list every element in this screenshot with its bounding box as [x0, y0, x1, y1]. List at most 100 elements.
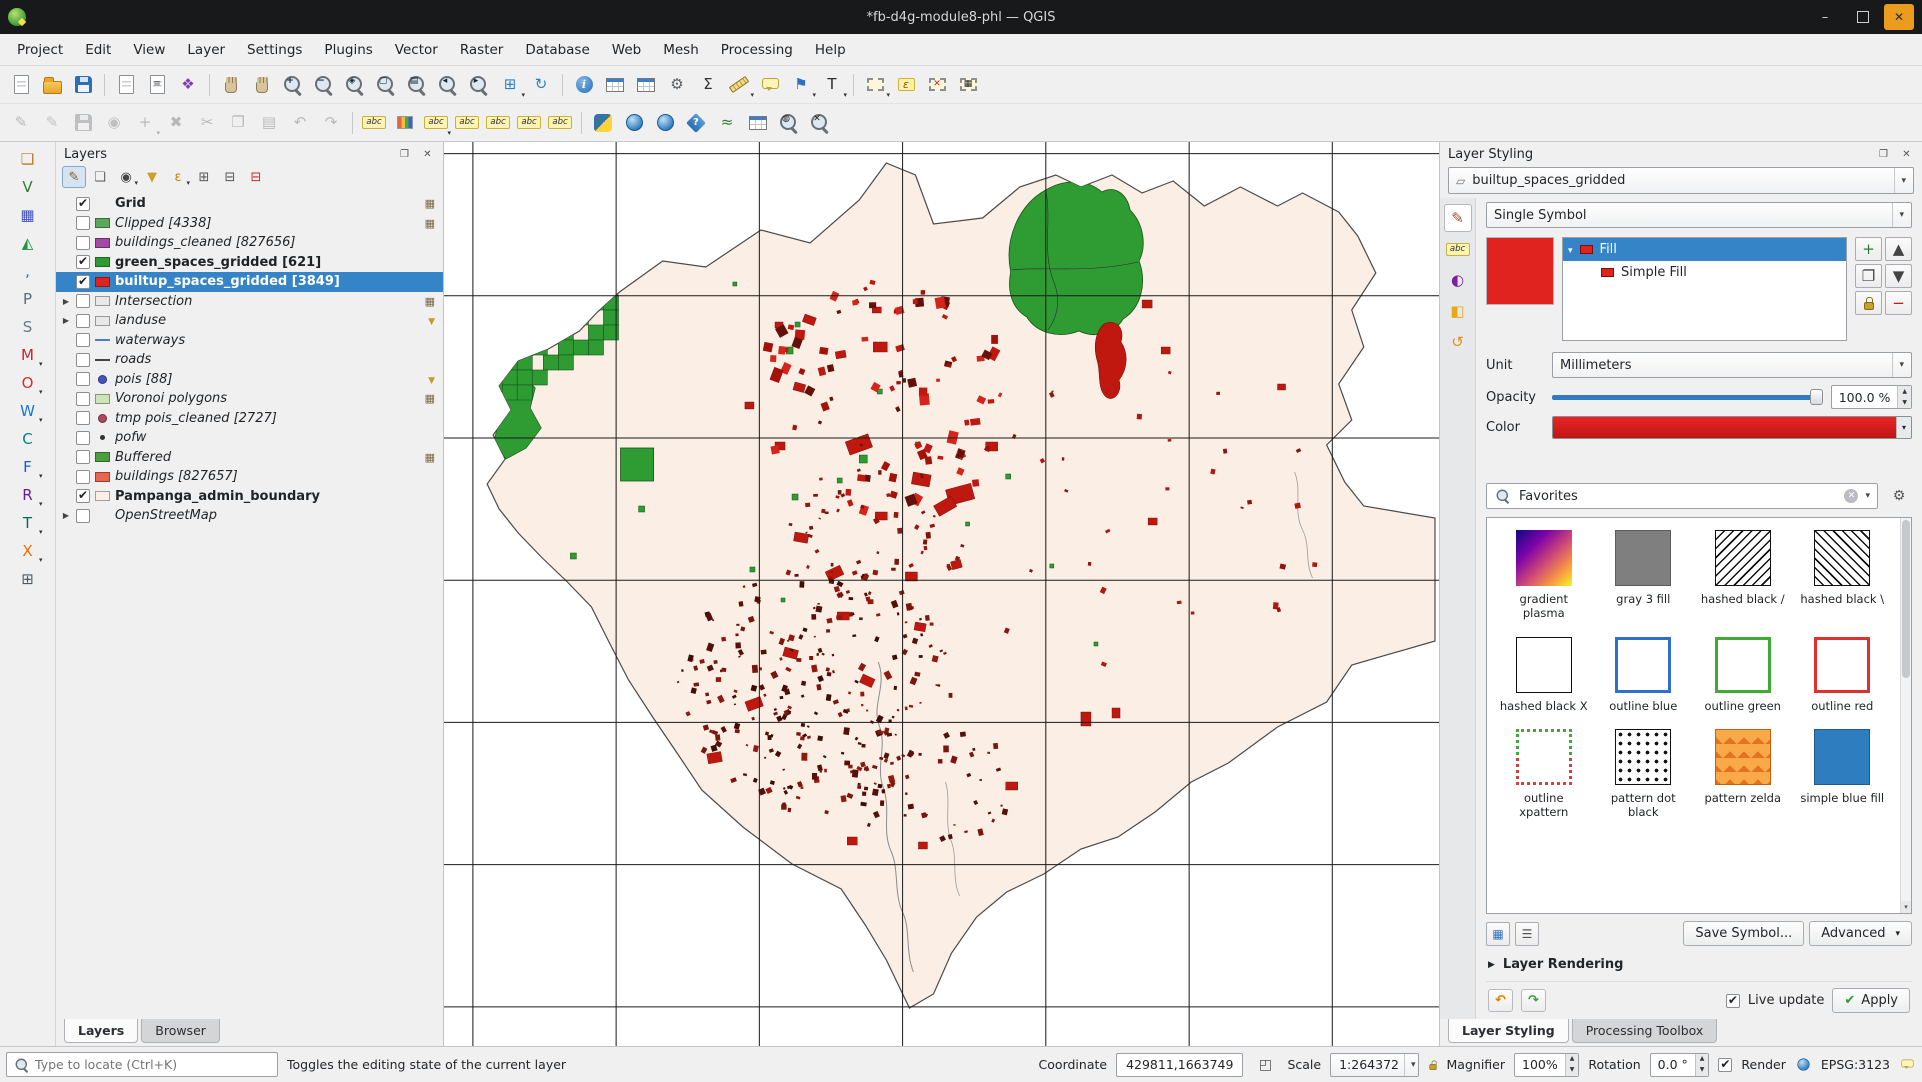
opacity-spinbox[interactable]: 100.0 % ▲ ▼: [1830, 385, 1912, 409]
python-console-icon[interactable]: [588, 108, 618, 138]
crs-icon[interactable]: [1797, 1058, 1810, 1071]
minimize-button[interactable]: [1808, 4, 1842, 30]
menu-raster[interactable]: Raster: [449, 36, 515, 64]
menu-vector[interactable]: Vector: [384, 36, 449, 64]
spin-arrows[interactable]: ▲ ▼: [1564, 1053, 1579, 1076]
remove-layer-icon[interactable]: ⊟: [244, 166, 268, 188]
symbol-hashed-black-fwd[interactable]: hashed black /: [1696, 530, 1790, 621]
new-spatial-bookmark-icon[interactable]: ⚑: [786, 70, 816, 100]
select-features-icon[interactable]: [860, 70, 890, 100]
zoom-full-extent-icon[interactable]: ◈: [340, 70, 370, 100]
style-manager-settings-icon[interactable]: ⚙: [1886, 483, 1912, 509]
scrollbar-down-arrow[interactable]: [1901, 901, 1911, 913]
add-feature-icon[interactable]: ◉: [99, 108, 129, 138]
new-print-layout-icon[interactable]: [111, 70, 141, 100]
new-map-view-icon[interactable]: ⊞: [495, 70, 525, 100]
zoom-to-selection-icon[interactable]: ▢: [371, 70, 401, 100]
layer-visibility-checkbox[interactable]: [76, 430, 90, 445]
advanced-button[interactable]: Advanced: [1809, 921, 1912, 946]
select-all-features-icon[interactable]: ▦: [953, 70, 983, 100]
measure-icon[interactable]: [724, 70, 754, 100]
lock-symbol-color-button[interactable]: [1855, 291, 1882, 315]
text-annotation-icon[interactable]: T: [817, 70, 847, 100]
add-postgis-layer-icon[interactable]: P: [13, 286, 43, 313]
open-layer-styling-dock-icon[interactable]: ✎: [62, 166, 86, 188]
add-vector-tile-layer-icon[interactable]: T: [13, 510, 43, 537]
add-xyz-layer-icon[interactable]: X: [13, 538, 43, 565]
layer-row-pois[interactable]: pois [88]: [56, 370, 443, 390]
undo-style-button[interactable]: [1488, 989, 1513, 1012]
add-virtual-layer-icon[interactable]: ⊞: [13, 566, 43, 593]
help-contents-icon[interactable]: ?: [681, 108, 711, 138]
layer-visibility-checkbox[interactable]: [76, 488, 90, 504]
expander-icon[interactable]: [61, 316, 71, 325]
live-update-checkbox[interactable]: [1725, 993, 1740, 1008]
rotation-spinbox[interactable]: 0.0 ° ▲ ▼: [1649, 1052, 1710, 1077]
unit-select[interactable]: Millimeters: [1552, 352, 1912, 378]
add-wcs-layer-icon[interactable]: C: [13, 426, 43, 453]
open-attribute-table-icon[interactable]: [600, 70, 630, 100]
filter-legend-icon[interactable]: ▼: [140, 166, 164, 188]
layer-visibility-checkbox[interactable]: [76, 391, 90, 406]
metasearch-icon[interactable]: ◍: [774, 108, 804, 138]
change-label-properties-icon[interactable]: abc: [545, 108, 575, 138]
layer-visibility-checkbox[interactable]: [76, 450, 90, 465]
new-project-icon[interactable]: [6, 70, 36, 100]
maximize-button[interactable]: [1846, 4, 1880, 30]
manage-map-themes-icon[interactable]: ◉: [114, 166, 138, 188]
menu-layer[interactable]: Layer: [176, 36, 236, 64]
vertex-tool-icon[interactable]: +: [130, 108, 160, 138]
add-vector-layer-icon[interactable]: V: [13, 174, 43, 201]
menu-plugins[interactable]: Plugins: [313, 36, 383, 64]
expander-icon[interactable]: [61, 511, 71, 520]
magnifier-spinbox[interactable]: 100% ▲ ▼: [1514, 1052, 1580, 1077]
layer-visibility-checkbox[interactable]: [76, 313, 90, 328]
search-plugin-icon[interactable]: ✕: [805, 108, 835, 138]
layer-row-buildings[interactable]: buildings [827657]: [56, 467, 443, 487]
symbol-tree-root-row[interactable]: Fill: [1563, 238, 1846, 261]
redo-style-button[interactable]: [1521, 989, 1546, 1012]
paste-features-icon[interactable]: ▤: [254, 108, 284, 138]
processing-toolbox-icon[interactable]: ⚙: [662, 70, 692, 100]
toggle-extents-icon[interactable]: ◰: [1252, 1052, 1278, 1078]
highlight-pinned-labels-icon[interactable]: abc: [452, 108, 482, 138]
symbology-tab-icon[interactable]: ✎: [1443, 204, 1472, 232]
layer-row-intersection[interactable]: Intersection: [56, 292, 443, 312]
pan-map-icon[interactable]: [216, 70, 246, 100]
symbol-outline-green[interactable]: outline green: [1696, 636, 1790, 714]
add-mesh-layer-icon[interactable]: ◭: [13, 230, 43, 257]
symbols-scrollbar[interactable]: [1900, 518, 1911, 913]
menu-help[interactable]: Help: [804, 36, 857, 64]
masks-tab-icon[interactable]: ◐: [1444, 266, 1472, 294]
identify-features-icon[interactable]: i: [569, 70, 599, 100]
layer-row-pofw[interactable]: pofw: [56, 428, 443, 448]
symbol-gray-3-fill[interactable]: gray 3 fill: [1597, 530, 1691, 621]
add-group-icon[interactable]: ❏: [88, 166, 112, 188]
save-project-icon[interactable]: [68, 70, 98, 100]
color-button[interactable]: [1552, 416, 1912, 439]
save-layer-edits-icon[interactable]: [68, 108, 98, 138]
history-tab-icon[interactable]: ↺: [1444, 328, 1472, 356]
statistical-summary-icon[interactable]: Σ: [693, 70, 723, 100]
layer-row-landuse[interactable]: landuse: [56, 311, 443, 331]
symbol-simple-blue-fill[interactable]: simple blue fill: [1796, 729, 1890, 820]
pin-unpin-labels-icon[interactable]: abc: [421, 108, 451, 138]
current-edits-icon[interactable]: ✎: [6, 108, 36, 138]
scale-select[interactable]: 1:264372: [1330, 1052, 1419, 1077]
menu-view[interactable]: View: [122, 36, 176, 64]
quickmapservices-icon[interactable]: [650, 108, 680, 138]
symbol-tree-child-row[interactable]: Simple Fill: [1563, 261, 1846, 284]
tab-processing-toolbox[interactable]: Processing Toolbox: [1571, 1019, 1718, 1043]
layer-visibility-checkbox[interactable]: [76, 274, 90, 289]
add-spatialite-layer-icon[interactable]: S: [13, 314, 43, 341]
add-wfs-layer-icon[interactable]: F: [13, 454, 43, 481]
opacity-slider[interactable]: [1552, 387, 1823, 407]
select-by-expression-icon[interactable]: ε: [891, 70, 921, 100]
osm-place-search-icon[interactable]: [619, 108, 649, 138]
layer-visibility-checkbox[interactable]: [76, 235, 90, 250]
layer-row-grid[interactable]: Grid: [56, 194, 443, 214]
zoom-out-icon[interactable]: −: [309, 70, 339, 100]
add-symbol-layer-button[interactable]: +: [1855, 237, 1882, 261]
layer-row-roads[interactable]: roads: [56, 350, 443, 370]
menu-settings[interactable]: Settings: [236, 36, 313, 64]
